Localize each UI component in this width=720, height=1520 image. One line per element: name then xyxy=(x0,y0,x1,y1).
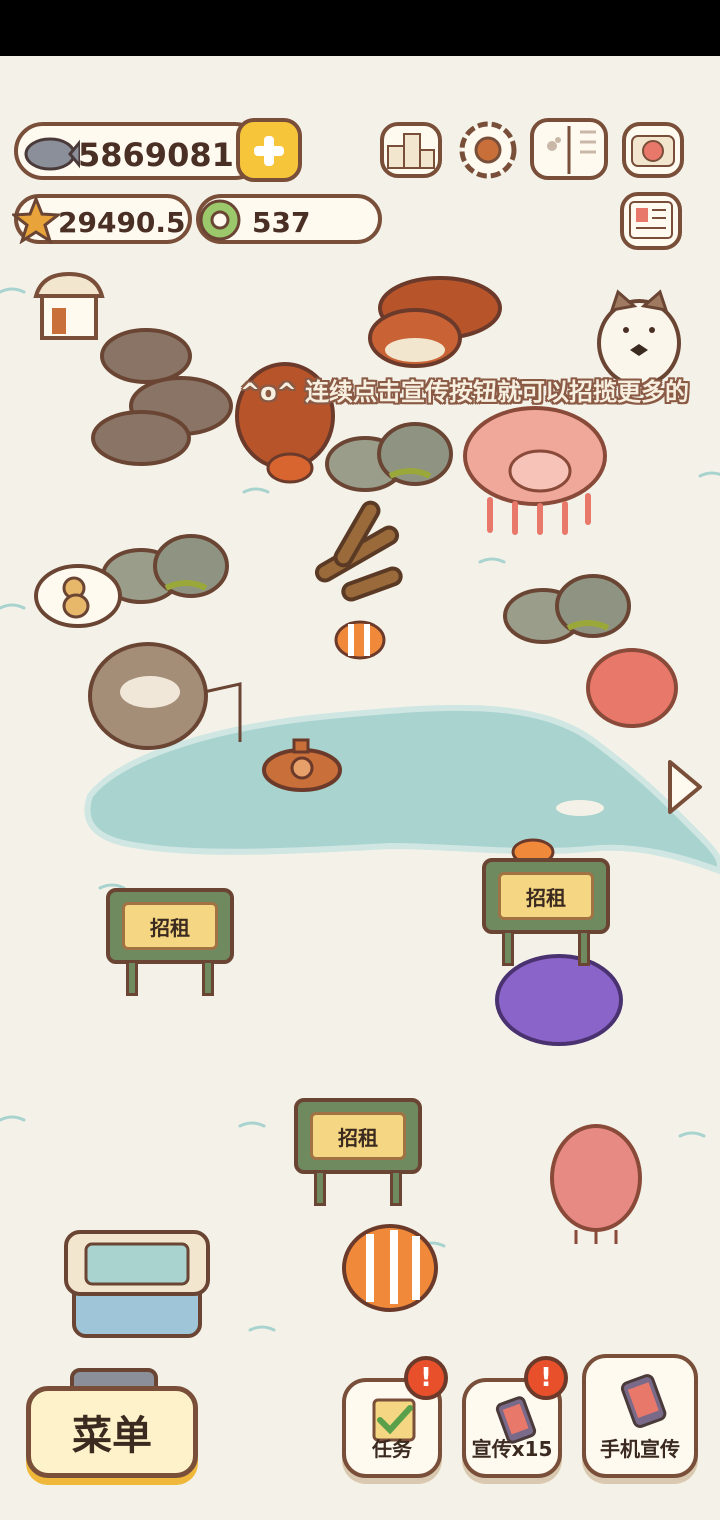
news-card-icon xyxy=(629,201,673,239)
clownfish[interactable] xyxy=(330,616,390,666)
for-rent-sign[interactable]: 招租 xyxy=(482,858,614,974)
promotion-marquee: ^o^ 连续点击宣传按钮就可以招揽更多的 xyxy=(240,378,690,406)
phone-icon xyxy=(620,1374,667,1428)
menu-label: 菜单 xyxy=(72,1413,152,1459)
sea-cucumber-group[interactable] xyxy=(86,326,236,476)
ring-currency-bar: 537 xyxy=(196,194,382,244)
sign-leg xyxy=(390,1170,402,1206)
chevron-right-icon xyxy=(668,760,702,814)
add-currency-button[interactable] xyxy=(236,118,302,182)
collection-book-button[interactable] xyxy=(530,118,608,180)
shop-button[interactable] xyxy=(32,270,106,342)
driftwood xyxy=(314,500,403,602)
plus-icon xyxy=(254,136,284,166)
shop-icon xyxy=(33,271,105,340)
status-bar xyxy=(0,0,720,56)
fish-count: 5869081 xyxy=(78,136,234,174)
mossy-rock xyxy=(503,574,631,644)
puffer-fish-group[interactable] xyxy=(360,268,520,368)
camera-icon xyxy=(631,135,675,167)
promote-alert-badge: ! xyxy=(524,1356,568,1400)
fishing-cat[interactable] xyxy=(84,632,254,752)
ring-icon xyxy=(199,199,241,241)
ring-count: 537 xyxy=(252,206,311,239)
star-count: 29490.5 xyxy=(58,206,186,239)
sign-leg xyxy=(578,930,590,966)
paw-book-icon xyxy=(547,126,596,174)
for-rent-sign[interactable]: 招租 xyxy=(106,888,238,1004)
phone-promote-button[interactable]: 手机宣传 xyxy=(582,1354,698,1478)
starfish-icon xyxy=(12,196,60,244)
sign-label: 招租 xyxy=(122,902,218,950)
for-rent-sign[interactable]: 招租 xyxy=(294,1098,426,1214)
sign-board: 招租 xyxy=(294,1098,422,1174)
promote-label: 宣传x15 xyxy=(471,1437,553,1461)
fish-icon xyxy=(24,137,80,171)
fish-currency-bar: 5869081 xyxy=(14,122,264,180)
settings-button[interactable] xyxy=(456,118,520,182)
sign-label: 招租 xyxy=(498,872,594,920)
jellyfish-group[interactable] xyxy=(460,396,610,536)
clownfish-group[interactable] xyxy=(340,1220,440,1316)
submarine[interactable] xyxy=(258,738,348,794)
tasks-label: 任务 xyxy=(372,1437,412,1461)
peanut-thought-bubble[interactable] xyxy=(32,562,126,634)
coral xyxy=(586,648,678,728)
camera-button[interactable] xyxy=(622,122,684,178)
news-button[interactable] xyxy=(620,192,682,250)
tasks-alert-badge: ! xyxy=(404,1356,448,1400)
sign-leg xyxy=(502,930,514,966)
phone-promote-label: 手机宣传 xyxy=(600,1437,680,1461)
sign-board: 招租 xyxy=(482,858,610,934)
ranking-button[interactable] xyxy=(380,122,442,178)
ranking-icon xyxy=(387,133,435,169)
game-scene[interactable]: 招租 招租 招租 ^o^ 连续点击宣传按钮就可以招揽更多的 5869081 29… xyxy=(0,56,720,1520)
sign-leg xyxy=(126,960,138,996)
menu-button[interactable]: 菜单 xyxy=(26,1386,198,1478)
sign-leg xyxy=(202,960,214,996)
sign-label: 招租 xyxy=(310,1112,406,1160)
star-currency-bar: 29490.5 xyxy=(12,194,192,244)
next-area-button[interactable] xyxy=(664,756,706,818)
squid-group[interactable] xyxy=(546,1122,646,1246)
settings-gear-icon xyxy=(459,121,517,179)
sign-board: 招租 xyxy=(106,888,234,964)
sign-leg xyxy=(314,1170,326,1206)
mossy-rock xyxy=(325,422,453,492)
water-tank[interactable] xyxy=(58,1226,216,1340)
